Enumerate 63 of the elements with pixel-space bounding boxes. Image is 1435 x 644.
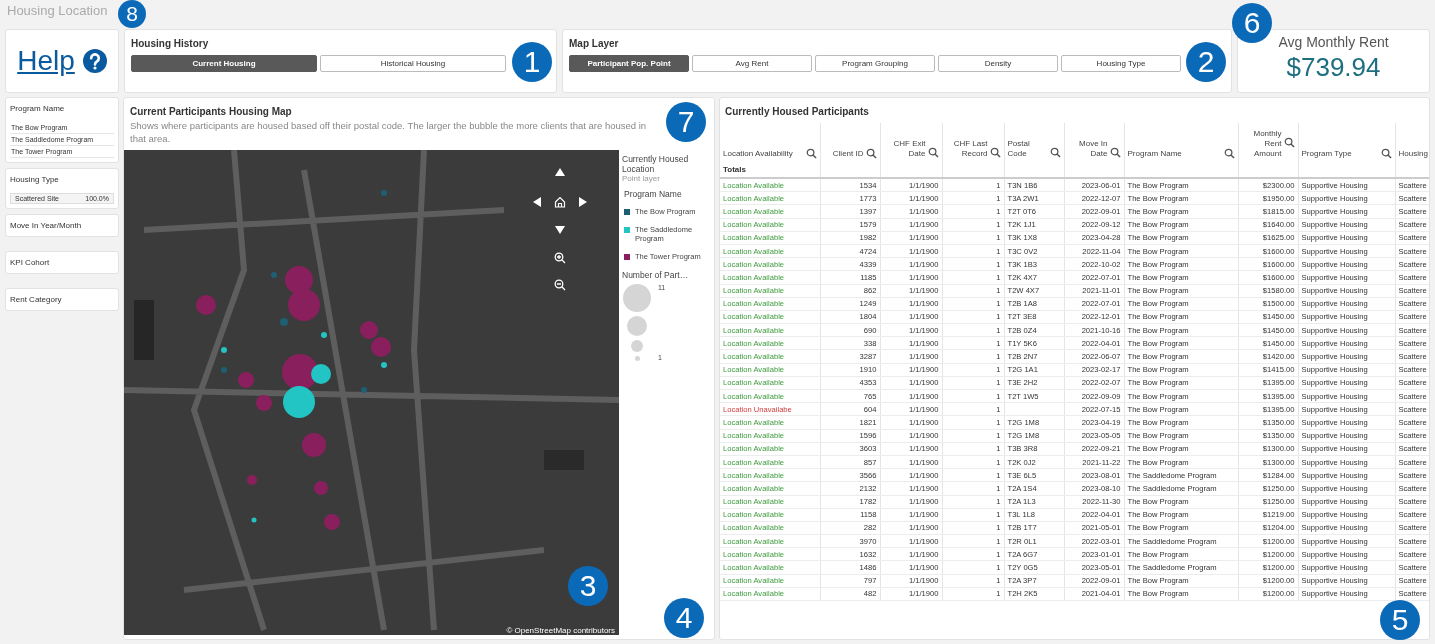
toggle-button[interactable]: Current Housing bbox=[131, 55, 317, 72]
legend-sublabel: Point layer bbox=[622, 174, 661, 183]
zoom-out-icon[interactable] bbox=[554, 279, 566, 291]
search-icon bbox=[1380, 148, 1392, 159]
toggle-button[interactable]: Housing Type bbox=[1061, 55, 1181, 72]
filter-card[interactable]: KPI Cohort bbox=[5, 251, 119, 274]
search-icon bbox=[1223, 148, 1235, 159]
legend-title: Program Name bbox=[624, 189, 683, 199]
legend-layer-title: Currently Housed Location bbox=[622, 154, 690, 174]
help-icon bbox=[82, 49, 107, 73]
card-title: Current Participants Housing Map bbox=[129, 106, 293, 117]
card-title: Currently Housed Participants bbox=[724, 106, 870, 117]
size-bubble-icon bbox=[627, 316, 647, 336]
size-bubble-icon bbox=[631, 340, 643, 352]
totals-label: Totals bbox=[723, 164, 746, 174]
column-header[interactable]: Postal Code bbox=[1004, 123, 1064, 161]
filter-card[interactable]: Move In Year/Month bbox=[5, 214, 119, 237]
zoom-in-icon[interactable] bbox=[554, 252, 566, 264]
toggle-button[interactable]: Participant Pop. Point bbox=[569, 55, 689, 72]
attribution-link[interactable]: © OpenStreetMap contributors bbox=[506, 626, 615, 635]
search-icon bbox=[927, 147, 939, 158]
pan-down-icon[interactable] bbox=[554, 224, 566, 236]
toggle-button[interactable]: Program Grouping bbox=[815, 55, 935, 72]
toggle-button[interactable]: Avg Rent bbox=[692, 55, 812, 72]
size-bubble-icon bbox=[623, 284, 651, 312]
column-header[interactable]: CHF Last Record bbox=[942, 123, 1004, 161]
search-icon bbox=[865, 148, 877, 159]
kpi-label: Avg Monthly Rent bbox=[1278, 34, 1389, 50]
pan-left-icon[interactable] bbox=[531, 196, 543, 208]
card-title: Map Layer bbox=[569, 38, 620, 49]
help-link[interactable]: Help bbox=[17, 45, 75, 77]
search-icon bbox=[1109, 147, 1121, 158]
filter-title: Program Name bbox=[10, 104, 66, 113]
column-header[interactable]: Housing bbox=[1395, 123, 1429, 161]
column-header[interactable]: Location Availability bbox=[720, 123, 820, 161]
search-icon bbox=[805, 148, 817, 159]
legend-title: Number of Part… bbox=[622, 270, 690, 280]
filter-title: Move In Year/Month bbox=[10, 221, 83, 230]
column-header[interactable]: Monthly Rent Amount bbox=[1238, 123, 1298, 161]
toggle-button[interactable]: Historical Housing bbox=[320, 55, 506, 72]
filter-title: KPI Cohort bbox=[10, 258, 51, 267]
filter-card[interactable]: Rent Category bbox=[5, 288, 119, 311]
toggle-button[interactable]: Density bbox=[938, 55, 1058, 72]
column-header[interactable]: Move In Date bbox=[1064, 123, 1124, 161]
column-header[interactable]: CHF Exit Date bbox=[880, 123, 942, 161]
column-header[interactable]: Program Type bbox=[1298, 123, 1395, 161]
column-header[interactable]: Client ID bbox=[820, 123, 880, 161]
size-bubble-icon bbox=[634, 356, 640, 361]
filter-title: Housing Type bbox=[10, 175, 60, 184]
search-icon bbox=[989, 147, 1001, 158]
filter-title: Rent Category bbox=[10, 295, 63, 304]
pan-up-icon[interactable] bbox=[554, 166, 566, 178]
column-header[interactable]: Program Name bbox=[1124, 123, 1238, 161]
search-icon bbox=[1049, 147, 1061, 158]
card-title: Housing History bbox=[131, 38, 210, 49]
number-badge: 8 bbox=[118, 0, 146, 28]
search-icon bbox=[1283, 137, 1295, 148]
home-icon[interactable] bbox=[554, 196, 566, 208]
kpi-value: $739.94 bbox=[1286, 52, 1381, 83]
number-badge: 6 bbox=[1232, 3, 1272, 43]
map-description: Shows where participants are housed based off their postal code. The larger the bubble the more clients that are housed in that area. bbox=[129, 119, 648, 146]
pan-right-icon[interactable] bbox=[577, 196, 589, 208]
page-title: Housing Location bbox=[6, 2, 108, 20]
